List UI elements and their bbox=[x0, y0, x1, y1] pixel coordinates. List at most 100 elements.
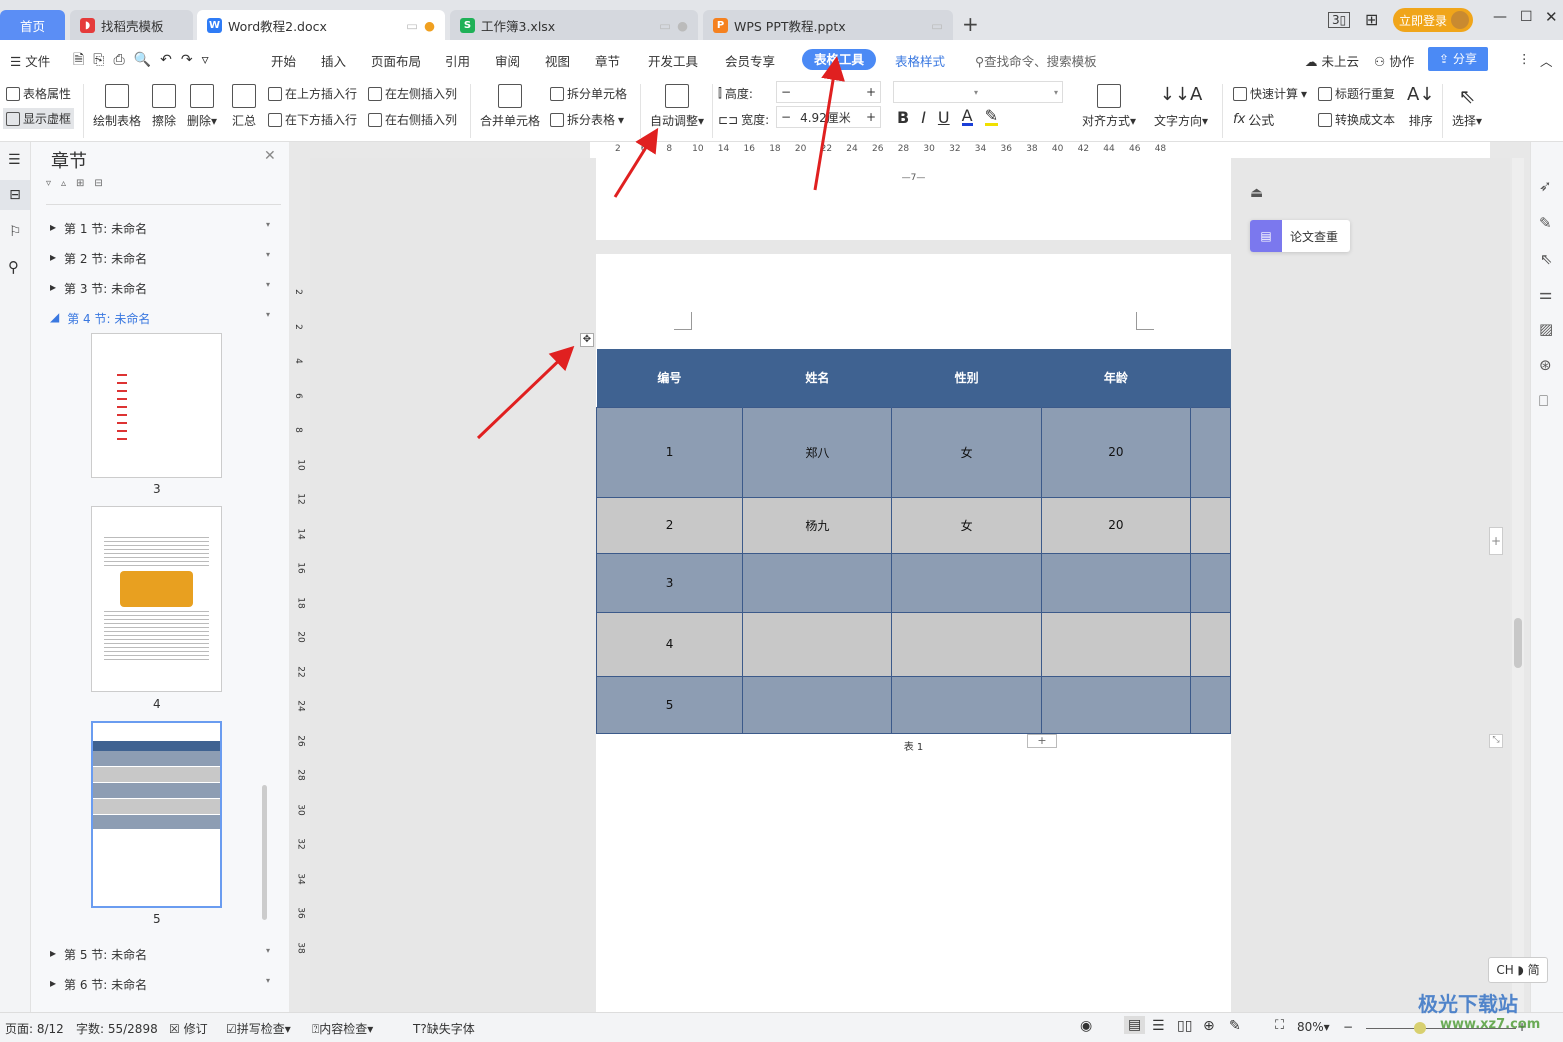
table-cell[interactable] bbox=[742, 611, 893, 677]
table-cell[interactable]: 2 bbox=[595, 496, 744, 554]
menu-view[interactable]: 视图 bbox=[545, 51, 570, 70]
print-icon[interactable]: ⎙ bbox=[113, 52, 133, 68]
dropdown-icon[interactable]: ▾ bbox=[266, 250, 270, 259]
fit-page-icon[interactable]: ⛶ bbox=[1275, 1018, 1284, 1033]
section-item-1[interactable]: ▸ 第 1 节: 未命名 ▾ bbox=[50, 220, 270, 237]
table-cell[interactable]: 郑八 bbox=[742, 406, 893, 498]
web-view-icon[interactable]: ⊕ bbox=[1203, 1018, 1215, 1034]
table-cell[interactable] bbox=[742, 552, 893, 613]
close-button[interactable]: ✕ bbox=[1545, 8, 1558, 26]
header-cell[interactable]: 年龄 bbox=[1041, 349, 1192, 407]
bookmark-icon[interactable]: ⚐ bbox=[9, 224, 22, 240]
apps-grid-icon[interactable]: ⊞ bbox=[1365, 10, 1378, 29]
page-indicator[interactable]: 页面: 8/12 bbox=[5, 1020, 64, 1037]
autofit-button[interactable]: 自动调整▾ bbox=[650, 84, 704, 129]
spell-check-button[interactable]: ☑拼写检查▾ bbox=[226, 1020, 291, 1037]
split-cells-button[interactable]: 拆分单元格 bbox=[550, 85, 627, 102]
menu-developer[interactable]: 开发工具 bbox=[648, 51, 698, 70]
text-direction-button[interactable]: ↓↓A 文字方向▾ bbox=[1154, 84, 1208, 129]
delete-button[interactable]: 删除▾ bbox=[187, 84, 217, 129]
dropdown-icon[interactable]: ▾ bbox=[266, 946, 270, 955]
redo-icon[interactable]: ↷ bbox=[181, 52, 202, 68]
scrollbar-thumb[interactable] bbox=[1514, 618, 1522, 668]
tab-docer[interactable]: ◗ 找稻壳模板 bbox=[70, 10, 193, 40]
insert-col-right-button[interactable]: 在右侧插入列 bbox=[368, 111, 457, 128]
menu-insert[interactable]: 插入 bbox=[321, 51, 346, 70]
sort-button[interactable]: A↓ 排序 bbox=[1407, 84, 1434, 129]
ime-indicator[interactable]: CH ◗ 简 bbox=[1488, 957, 1548, 983]
layout-icon[interactable]: 3▯ bbox=[1328, 12, 1351, 28]
tab-home[interactable]: 首页 bbox=[0, 10, 65, 40]
height-stepper[interactable]: − + bbox=[776, 81, 881, 103]
missing-font-button[interactable]: T?缺失字体 bbox=[413, 1020, 475, 1037]
draw-table-button[interactable]: 绘制表格 bbox=[93, 84, 141, 129]
menu-references[interactable]: 引用 bbox=[445, 51, 470, 70]
show-gridlines-button[interactable]: 显示虚框 bbox=[3, 108, 75, 129]
table-cell[interactable]: 女 bbox=[891, 406, 1042, 498]
width-value[interactable]: 4.92厘米 bbox=[800, 109, 851, 126]
table-cell[interactable] bbox=[1190, 675, 1231, 734]
page-thumbnail-5[interactable] bbox=[91, 721, 222, 908]
menu-start[interactable]: 开始 bbox=[271, 51, 296, 70]
table-cell[interactable] bbox=[1190, 406, 1231, 498]
section-item-3[interactable]: ▸ 第 3 节: 未命名 ▾ bbox=[50, 280, 270, 297]
resize-table-icon[interactable]: ⤡ bbox=[1489, 734, 1503, 748]
table-move-handle[interactable]: ✥ bbox=[580, 333, 594, 347]
menu-member[interactable]: 会员专享 bbox=[725, 51, 775, 70]
tab-ppt[interactable]: P WPS PPT教程.pptx ▭ bbox=[703, 10, 953, 40]
add-column-button[interactable]: + bbox=[1489, 527, 1503, 555]
revise-button[interactable]: ☒ 修订 bbox=[169, 1020, 208, 1037]
dropdown-icon[interactable]: ▾ bbox=[266, 310, 270, 319]
tab-excel[interactable]: S 工作簿3.xlsx ▭ ● bbox=[450, 10, 698, 40]
header-cell[interactable]: 编号 bbox=[596, 349, 744, 407]
menu-section[interactable]: 章节 bbox=[595, 51, 620, 70]
table-cell[interactable] bbox=[742, 675, 893, 734]
more-options-icon[interactable]: ⋮ bbox=[1518, 51, 1531, 66]
eye-protection-icon[interactable]: ◉ bbox=[1080, 1018, 1092, 1034]
page-view-icon[interactable]: ▤ bbox=[1124, 1016, 1146, 1034]
bold-button[interactable]: B bbox=[897, 108, 909, 127]
italic-button[interactable]: I bbox=[921, 108, 926, 127]
tab-word-doc[interactable]: W Word教程2.docx ▭ ● bbox=[197, 10, 445, 40]
outline-view-icon[interactable]: ☰ bbox=[1152, 1018, 1165, 1034]
page-thumbnail-4[interactable] bbox=[91, 506, 222, 692]
close-panel-icon[interactable]: ✕ bbox=[264, 148, 276, 164]
table-cell[interactable]: 杨九 bbox=[742, 496, 893, 554]
pointer-icon[interactable]: ⇖ bbox=[1540, 250, 1553, 268]
share-button[interactable]: ⇪ 分享 bbox=[1428, 47, 1488, 71]
table-cell[interactable] bbox=[891, 611, 1042, 677]
horizontal-ruler[interactable]: 2 6 8 10 14 16 18 20 22 24 26 28 30 32 34 36 38 40 42 44 46 4… bbox=[590, 142, 1490, 158]
word-count[interactable]: 字数: 55/2898 bbox=[76, 1020, 158, 1037]
section-item-5[interactable]: ▸ 第 5 节: 未命名 ▾ bbox=[50, 946, 270, 963]
quick-access-toolbar[interactable]: 🗎⎘⎙🔍↶↷▿ bbox=[73, 49, 218, 73]
split-table-button[interactable]: 拆分表格 ▾ bbox=[550, 111, 624, 128]
section-item-4[interactable]: ◢ 第 4 节: 未命名 ▾ bbox=[50, 310, 270, 327]
table-cell[interactable]: 4 bbox=[595, 611, 744, 677]
more-icon[interactable]: ▿ bbox=[202, 52, 218, 68]
file-menu[interactable]: ☰ 文件 bbox=[10, 51, 50, 70]
insert-row-above-button[interactable]: 在上方插入行 bbox=[268, 85, 357, 102]
table-cell[interactable] bbox=[891, 675, 1042, 734]
width-stepper[interactable]: −4.92厘米 + bbox=[776, 106, 881, 128]
undo-icon[interactable]: ↶ bbox=[160, 52, 181, 68]
select-button[interactable]: ⇖ 选择▾ bbox=[1452, 84, 1482, 129]
merge-cells-button[interactable]: 合并单元格 bbox=[480, 84, 540, 129]
table-cell[interactable]: 5 bbox=[595, 675, 744, 734]
font-color-button[interactable]: A bbox=[961, 108, 973, 126]
table-cell[interactable] bbox=[1190, 496, 1231, 554]
insert-col-left-button[interactable]: 在左侧插入列 bbox=[368, 85, 457, 102]
menu-review[interactable]: 审阅 bbox=[495, 51, 520, 70]
page-thumbnail-3[interactable] bbox=[91, 333, 222, 478]
quick-calc-button[interactable]: 快速计算 ▾ bbox=[1233, 85, 1307, 102]
write-view-icon[interactable]: ✎ bbox=[1229, 1018, 1241, 1034]
highlight-button[interactable]: ✎ bbox=[984, 108, 998, 126]
erase-button[interactable]: 擦除 bbox=[152, 84, 176, 129]
section-item-6[interactable]: ▸ 第 6 节: 未命名 ▾ bbox=[50, 976, 270, 993]
table-properties-button[interactable]: 表格属性 bbox=[6, 85, 71, 102]
outline-icon[interactable]: ☰ bbox=[8, 152, 21, 168]
section-item-2[interactable]: ▸ 第 2 节: 未命名 ▾ bbox=[50, 250, 270, 267]
dropdown-icon[interactable]: ▾ bbox=[266, 220, 270, 229]
table-cell[interactable]: 20 bbox=[1040, 496, 1192, 554]
zoom-select[interactable]: 80%▾ bbox=[1297, 1020, 1330, 1034]
globe-icon[interactable]: ⊛ bbox=[1539, 356, 1552, 374]
